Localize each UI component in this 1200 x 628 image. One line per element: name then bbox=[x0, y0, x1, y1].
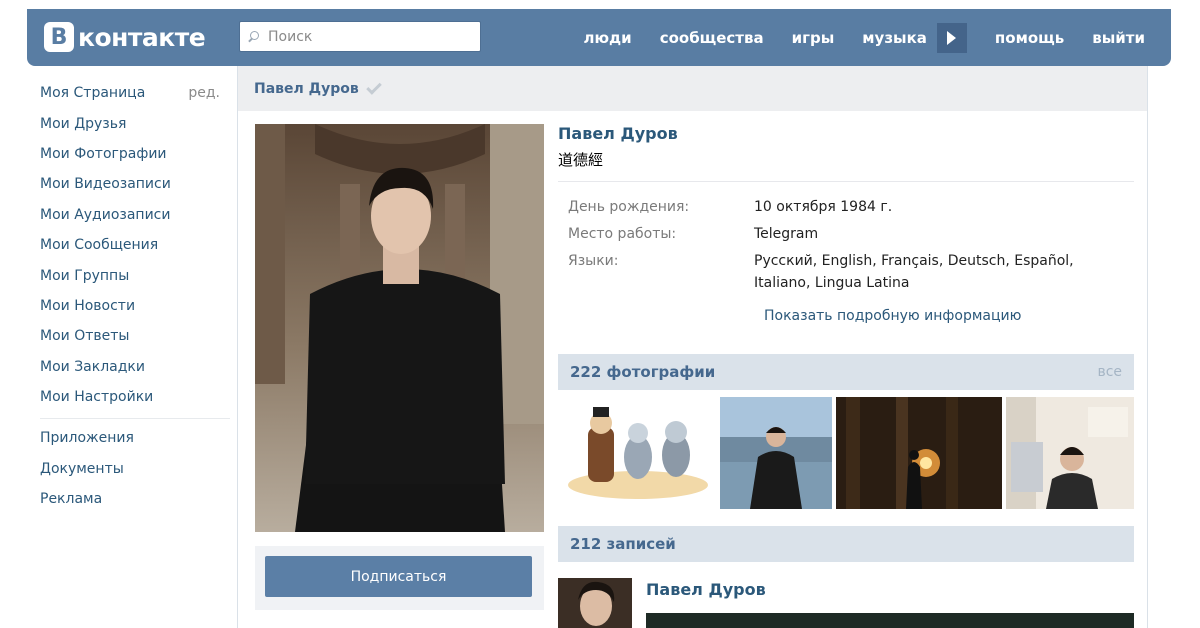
sidebar-item-photos[interactable]: Мои Фотографии bbox=[40, 139, 230, 169]
search-box[interactable] bbox=[239, 21, 481, 52]
info-value: Русский, English, Français, Deutsch, Esp… bbox=[754, 253, 1074, 291]
sidebar-item-settings[interactable]: Мои Настройки bbox=[40, 382, 230, 412]
photo-thumb[interactable] bbox=[836, 397, 1002, 509]
sidebar-item-label: Мои Видеозаписи bbox=[40, 176, 171, 193]
sidebar-item-label: Моя Страница bbox=[40, 85, 146, 102]
sidebar-item-label: Мои Друзья bbox=[40, 115, 127, 132]
main-panel: Павел Дуров Подписаться Павел Дуров 道德經 … bbox=[237, 66, 1148, 628]
info-label: Языки: bbox=[568, 253, 619, 269]
nav-communities[interactable]: сообщества bbox=[660, 29, 764, 47]
sidebar-item-label: Приложения bbox=[40, 430, 134, 447]
sidebar-item-label: Мои Новости bbox=[40, 297, 136, 314]
photo-image bbox=[1006, 397, 1134, 509]
page-title: Павел Дуров bbox=[254, 80, 359, 97]
wall-title[interactable]: 212 записей bbox=[570, 535, 676, 553]
info-row-birthday: День рождения: 10 октября 1984 г. bbox=[558, 196, 1134, 218]
info-label: День рождения: bbox=[568, 199, 690, 215]
photo-image bbox=[558, 397, 716, 509]
top-nav: люди сообщества игры музыка помощь выйти bbox=[555, 9, 1145, 66]
page-title-bar: Павел Дуров bbox=[238, 66, 1147, 111]
info-label: Место работы: bbox=[568, 226, 677, 242]
post-avatar-image bbox=[558, 578, 632, 628]
photos-all-link[interactable]: все bbox=[1097, 364, 1122, 380]
vk-logo[interactable]: В контакте bbox=[44, 22, 206, 52]
photo-image bbox=[836, 397, 1002, 509]
photo-thumb[interactable] bbox=[720, 397, 832, 509]
sidebar-item-friends[interactable]: Мои Друзья bbox=[40, 108, 230, 138]
sidebar-divider bbox=[40, 418, 230, 420]
sidebar-item-label: Мои Группы bbox=[40, 267, 130, 284]
subscribe-panel: Подписаться bbox=[255, 546, 544, 610]
left-menu: Моя Страница ред. Мои Друзья Мои Фотогра… bbox=[40, 78, 230, 514]
avatar-photo bbox=[255, 124, 544, 532]
info-row-work: Место работы: Telegram bbox=[558, 223, 1134, 245]
photo-thumb[interactable] bbox=[558, 397, 716, 509]
sidebar-item-videos[interactable]: Мои Видеозаписи bbox=[40, 169, 230, 199]
sidebar-item-label: Документы bbox=[40, 460, 124, 477]
info-value[interactable]: 10 октября 1984 г. bbox=[754, 196, 1084, 218]
play-button[interactable] bbox=[936, 22, 967, 53]
profile-status: 道德經 bbox=[558, 151, 604, 169]
play-icon bbox=[947, 30, 957, 45]
photo-thumb[interactable] bbox=[1006, 397, 1134, 509]
sidebar-item-documents[interactable]: Документы bbox=[40, 454, 230, 484]
sidebar-item-bookmarks[interactable]: Мои Закладки bbox=[40, 352, 230, 382]
sidebar-item-label: Мои Аудиозаписи bbox=[40, 206, 171, 223]
profile-name: Павел Дуров bbox=[558, 124, 678, 143]
sidebar-item-label: Реклама bbox=[40, 491, 103, 508]
sidebar-item-messages[interactable]: Мои Сообщения bbox=[40, 230, 230, 260]
nav-help[interactable]: помощь bbox=[995, 29, 1064, 47]
show-more-link[interactable]: Показать подробную информацию bbox=[764, 308, 1134, 324]
post-author-avatar[interactable] bbox=[558, 578, 632, 628]
post-image[interactable] bbox=[646, 613, 1134, 628]
photos-header[interactable]: 222 фотографии все bbox=[558, 354, 1134, 390]
photo-image bbox=[720, 397, 832, 509]
search-input[interactable] bbox=[268, 28, 468, 45]
sidebar-item-ads[interactable]: Реклама bbox=[40, 484, 230, 514]
sidebar-item-label: Мои Закладки bbox=[40, 358, 145, 375]
top-header: В контакте люди сообщества игры музыка п… bbox=[27, 9, 1171, 66]
edit-link[interactable]: ред. bbox=[188, 85, 220, 101]
verified-check-icon bbox=[365, 78, 382, 95]
wall-header[interactable]: 212 записей bbox=[558, 526, 1134, 562]
sidebar-item-apps[interactable]: Приложения bbox=[40, 423, 230, 453]
photos-strip bbox=[558, 397, 1134, 509]
sidebar-item-news[interactable]: Мои Новости bbox=[40, 291, 230, 321]
wall-post: Павел Дуров bbox=[558, 578, 1134, 628]
sidebar-item-my-page[interactable]: Моя Страница ред. bbox=[40, 78, 230, 108]
nav-logout[interactable]: выйти bbox=[1092, 29, 1145, 47]
subscribe-button[interactable]: Подписаться bbox=[265, 556, 532, 597]
nav-games[interactable]: игры bbox=[792, 29, 835, 47]
profile-info: Павел Дуров 道德經 День рождения: 10 октябр… bbox=[558, 124, 1134, 324]
sidebar-item-label: Мои Сообщения bbox=[40, 237, 159, 254]
sidebar-item-groups[interactable]: Мои Группы bbox=[40, 260, 230, 290]
sidebar-item-audio[interactable]: Мои Аудиозаписи bbox=[40, 200, 230, 230]
post-author-name[interactable]: Павел Дуров bbox=[646, 580, 766, 599]
profile-avatar[interactable] bbox=[255, 124, 544, 532]
sidebar-item-label: Мои Фотографии bbox=[40, 145, 167, 162]
vk-logo-text: контакте bbox=[78, 22, 206, 52]
sidebar-item-label: Мои Ответы bbox=[40, 328, 130, 345]
search-icon bbox=[248, 30, 260, 43]
vk-logo-icon: В bbox=[44, 22, 74, 52]
info-value[interactable]: Telegram bbox=[754, 223, 1084, 245]
photos-title[interactable]: 222 фотографии bbox=[570, 363, 715, 381]
sidebar-item-answers[interactable]: Мои Ответы bbox=[40, 321, 230, 351]
info-row-languages: Языки: Русский, English, Français, Deuts… bbox=[558, 250, 1134, 294]
nav-music[interactable]: музыка bbox=[862, 29, 927, 47]
sidebar-item-label: Мои Настройки bbox=[40, 389, 154, 406]
profile-divider bbox=[558, 181, 1134, 182]
nav-people[interactable]: люди bbox=[583, 29, 631, 47]
